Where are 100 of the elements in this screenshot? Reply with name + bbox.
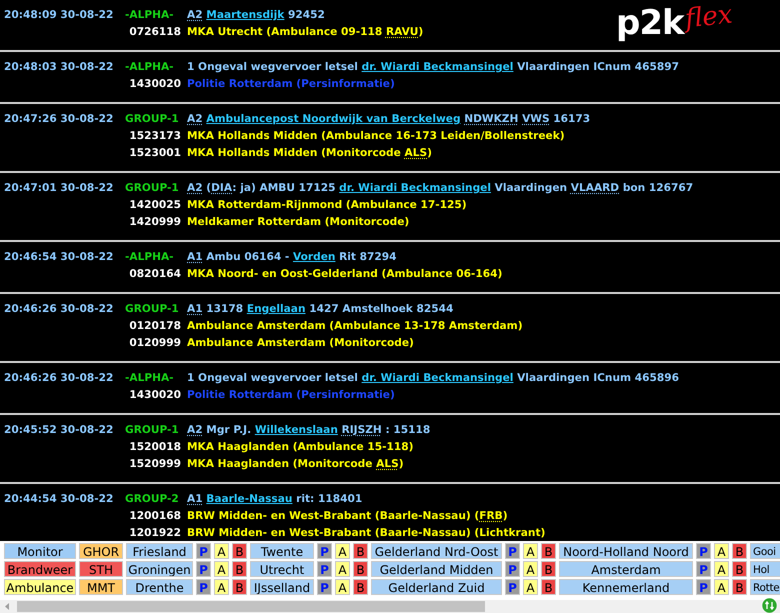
recipient-name: Meldkamer Rotterdam (Monitorcode): [187, 215, 410, 230]
recipient-name: Ambulance Amsterdam (Ambulance 13-178 Amsterdam): [187, 319, 523, 334]
priority-b-button[interactable]: B: [732, 543, 747, 559]
priority-a-button[interactable]: A: [214, 561, 229, 577]
priority-a-button[interactable]: A: [335, 579, 350, 595]
priority-b-button[interactable]: B: [541, 561, 556, 577]
abbreviation: ALS: [404, 147, 428, 159]
capcode: 1201922: [129, 526, 182, 541]
message-text: A2 Mgr P.J. Willekenslaan RIJSZH : 15118: [187, 423, 430, 438]
abbreviation: RIJSZH: [342, 424, 382, 436]
filter-button[interactable]: MMT: [79, 579, 123, 595]
group-label: -ALPHA-: [125, 60, 174, 75]
abbreviation: RAVU: [386, 26, 418, 38]
region-button[interactable]: Amsterdam: [559, 561, 693, 577]
timestamp: 20:44:54 30-08-22: [4, 492, 114, 507]
priority-a-button[interactable]: A: [335, 543, 350, 559]
priority-a-button[interactable]: A: [523, 579, 538, 595]
message-text: 1 Ongeval wegvervoer letsel dr. Wiardi Beckmansingel Vlaardingen ICnum 465897: [187, 60, 679, 75]
group-label: GROUP-2: [125, 492, 179, 507]
message-text: A1 Ambu 06164 - Vorden Rit 87294: [187, 250, 397, 265]
recipient-name: Ambulance Amsterdam (Monitorcode): [187, 336, 414, 351]
place-link[interactable]: Willekenslaan: [254, 424, 338, 436]
priority-a-button[interactable]: A: [714, 543, 729, 559]
filter-button[interactable]: STH: [79, 561, 123, 577]
capcode: 0120178: [129, 319, 182, 334]
priority-b-button[interactable]: B: [353, 543, 368, 559]
recipient-name: BRW Midden- en West-Brabant (Baarle-Nassau) (Lichtkrant): [187, 526, 546, 541]
priority-b-button[interactable]: B: [232, 561, 247, 577]
timestamp: 20:47:01 30-08-22: [4, 181, 114, 196]
priority-b-button[interactable]: B: [732, 579, 747, 595]
priority-b-button[interactable]: B: [353, 579, 368, 595]
group-label: GROUP-1: [125, 302, 179, 317]
region-button[interactable]: Gelderland Nrd-Oost: [371, 543, 502, 559]
message-text: A1 13178 Engellaan 1427 Amstelhoek 82544: [187, 302, 454, 317]
capcode: 1420025: [129, 198, 182, 213]
recipient-name: Politie Rotterdam (Persinformatie): [187, 77, 395, 92]
capcode: 0726118: [129, 25, 182, 40]
timestamp: 20:47:26 30-08-22: [4, 112, 114, 127]
filter-button[interactable]: Brandweer: [4, 561, 76, 577]
place-link[interactable]: Maartensdijk: [206, 9, 284, 21]
recipient-name: MKA Hollands Midden (Monitorcode ALS): [187, 146, 432, 161]
priority-b-button[interactable]: B: [541, 579, 556, 595]
priority-b-button[interactable]: B: [732, 561, 747, 577]
capcode: 1523173: [129, 129, 182, 144]
region-button[interactable]: Drenthe: [126, 579, 193, 595]
priority-b-button[interactable]: B: [353, 561, 368, 577]
timestamp: 20:48:03 30-08-22: [4, 60, 114, 75]
priority-b-button[interactable]: B: [541, 543, 556, 559]
recipient-name: MKA Haaglanden (Monitorcode ALS): [187, 457, 404, 472]
place-link[interactable]: dr. Wiardi Beckmansingel: [362, 372, 514, 384]
priority-b-button[interactable]: B: [232, 543, 247, 559]
capcode: 0120999: [129, 336, 182, 351]
message-text: A2 Ambulancepost Noordwijk van Berckelweg NDWKZH VWS 16173: [187, 112, 590, 127]
capcode: 0820164: [129, 267, 182, 282]
place-link[interactable]: Ambulancepost Noordwijk van Berckelweg: [206, 113, 461, 125]
priority-a-button[interactable]: A: [714, 561, 729, 577]
region-button[interactable]: Rotte: [750, 579, 780, 595]
region-button[interactable]: Utrecht: [250, 561, 314, 577]
group-label: GROUP-1: [125, 181, 179, 196]
abbreviation: DIA: [211, 182, 232, 194]
region-button[interactable]: Gelderland Midden: [371, 561, 502, 577]
place-link[interactable]: Engellaan: [246, 303, 306, 315]
capcode: 1523001: [129, 146, 182, 161]
priority-b-button[interactable]: B: [232, 579, 247, 595]
filter-button[interactable]: GHOR: [79, 543, 123, 559]
group-label: -ALPHA-: [125, 371, 174, 386]
region-button[interactable]: Hol: [750, 561, 780, 577]
priority-a-button[interactable]: A: [523, 543, 538, 559]
priority-a-button[interactable]: A: [335, 561, 350, 577]
abbreviation: NDWKZH: [464, 113, 518, 125]
priority-a-button[interactable]: A: [523, 561, 538, 577]
recipient-name: Politie Rotterdam (Persinformatie): [187, 388, 395, 403]
region-button[interactable]: Friesland: [126, 543, 193, 559]
filter-button[interactable]: Ambulance: [4, 579, 76, 595]
capcode: 1200168: [129, 509, 182, 524]
abbreviation: VWS: [522, 113, 550, 125]
region-button[interactable]: Gooi: [750, 543, 780, 559]
filter-button[interactable]: Monitor: [4, 543, 76, 559]
place-link[interactable]: dr. Wiardi Beckmansingel: [362, 61, 514, 73]
place-link[interactable]: Baarle-Nassau: [206, 493, 292, 505]
priority-a-button[interactable]: A: [214, 579, 229, 595]
region-button[interactable]: Twente: [250, 543, 314, 559]
region-button[interactable]: Noord-Holland Noord: [559, 543, 693, 559]
region-button[interactable]: Kennemerland: [559, 579, 693, 595]
place-link[interactable]: Vorden: [292, 251, 336, 263]
priority-a-button[interactable]: A: [214, 543, 229, 559]
message-text: 1 Ongeval wegvervoer letsel dr. Wiardi Beckmansingel Vlaardingen ICnum 465896: [187, 371, 679, 386]
abbreviation: A2: [187, 182, 203, 194]
capcode: 1430020: [129, 77, 182, 92]
capcode: 1420999: [129, 215, 182, 230]
region-button[interactable]: Gelderland Zuid: [371, 579, 502, 595]
abbreviation: A1: [187, 303, 203, 315]
priority-a-button[interactable]: A: [714, 579, 729, 595]
status-icon[interactable]: [762, 598, 777, 613]
place-link[interactable]: dr. Wiardi Beckmansingel: [339, 182, 491, 194]
timestamp: 20:45:52 30-08-22: [4, 423, 114, 438]
abbreviation: ALS: [376, 458, 399, 470]
timestamp: 20:46:26 30-08-22: [4, 302, 114, 317]
group-label: GROUP-1: [125, 112, 179, 127]
p2kflex-logo: p2k flex: [616, 4, 732, 42]
